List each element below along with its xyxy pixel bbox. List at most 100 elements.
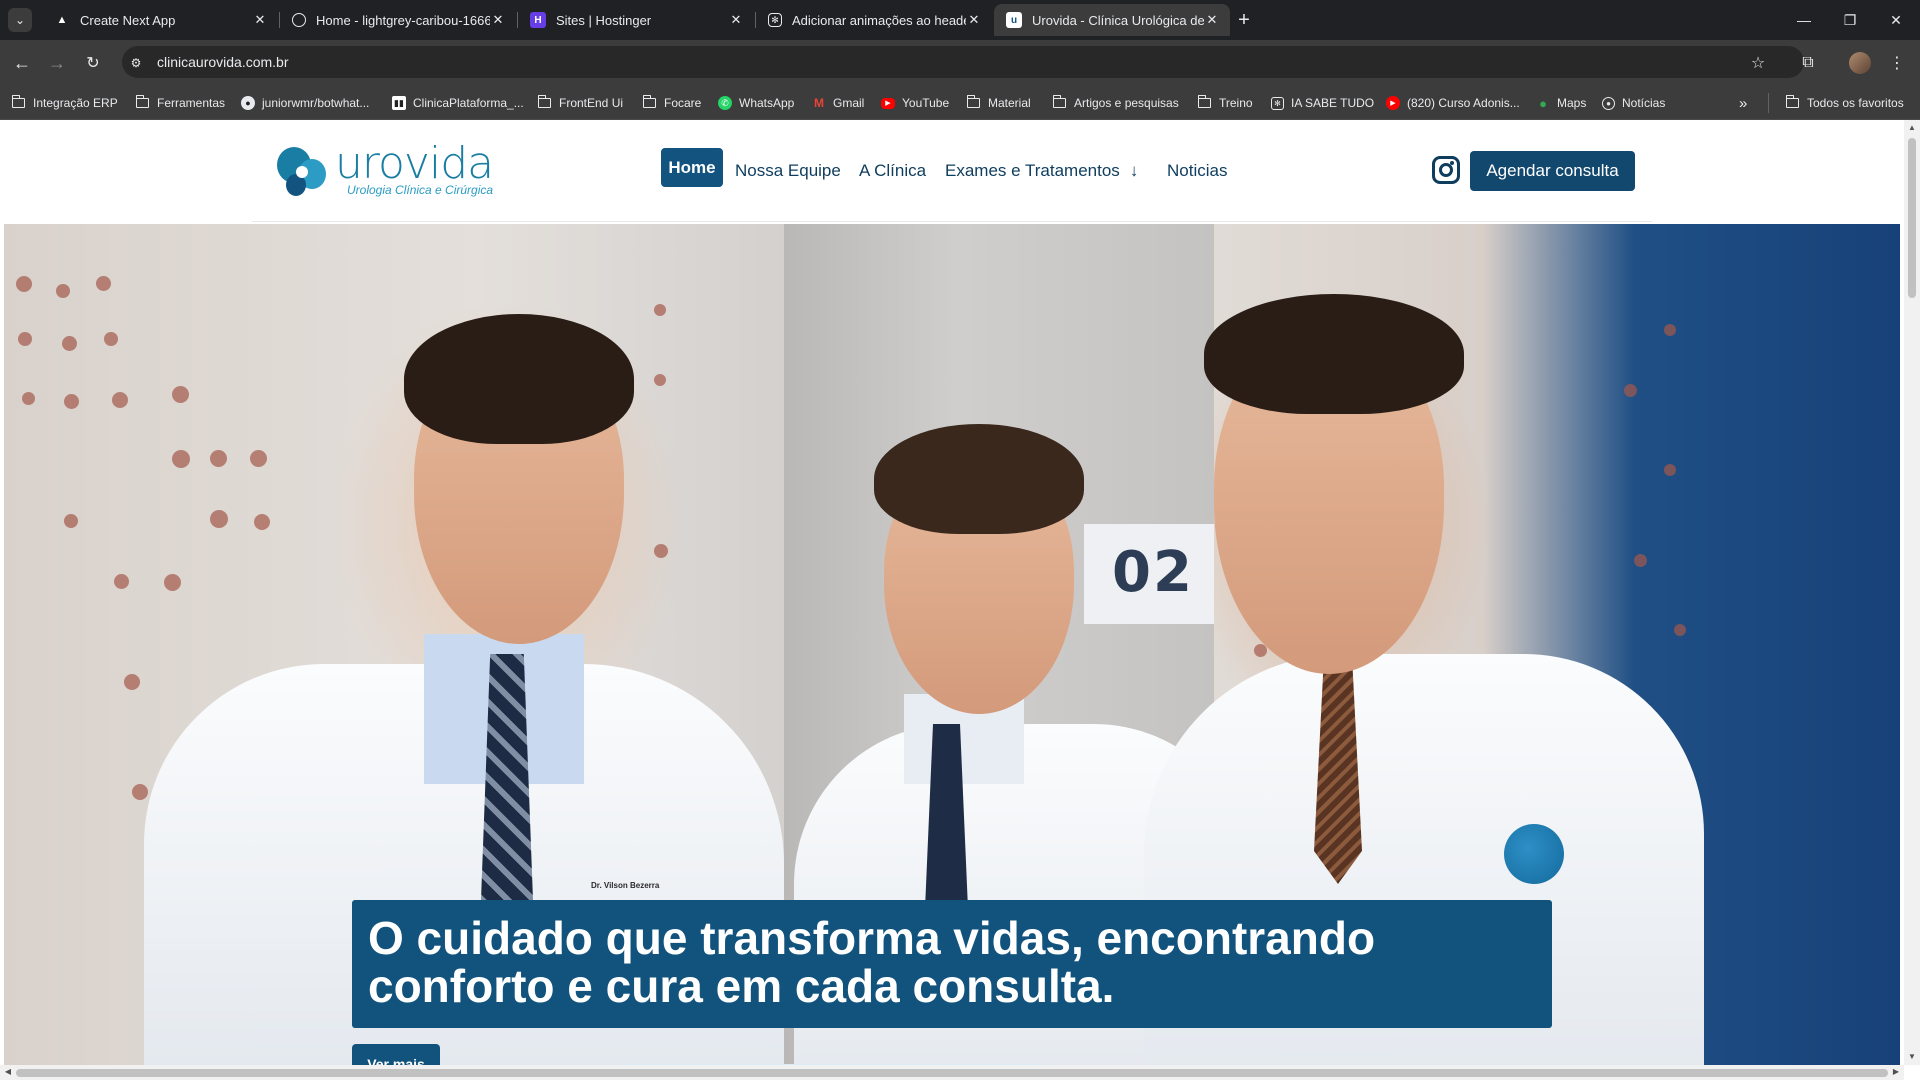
forward-icon[interactable]: → xyxy=(44,50,70,76)
logo-wordmark[interactable]: urovida xyxy=(335,140,494,188)
nav-noticias[interactable]: Noticias xyxy=(1167,158,1227,184)
bookmark-item[interactable]: ● Maps xyxy=(1536,92,1586,114)
bookmark-star-icon[interactable]: ☆ xyxy=(1745,50,1771,76)
bookmark-item[interactable]: Focare xyxy=(642,92,701,114)
address-bar[interactable] xyxy=(122,46,1804,78)
instagram-icon[interactable] xyxy=(1432,156,1460,184)
hostinger-icon: H xyxy=(530,12,546,28)
browser-tab[interactable]: ▲ Create Next App ✕ xyxy=(42,4,278,36)
horizontal-scrollbar[interactable]: ◀ ▶ xyxy=(0,1065,1904,1080)
bookmark-item[interactable]: Material xyxy=(966,92,1031,114)
window-close-icon[interactable]: ✕ xyxy=(1882,6,1910,34)
bookmark-item[interactable]: Artigos e pesquisas xyxy=(1052,92,1179,114)
extensions-icon[interactable]: ⧉ xyxy=(1795,50,1821,76)
bookmark-item[interactable]: M Gmail xyxy=(812,92,864,114)
bookmark-item[interactable]: ● Notícias xyxy=(1602,92,1665,114)
bookmark-item[interactable]: Treino xyxy=(1197,92,1253,114)
github-icon: ● xyxy=(241,96,255,110)
bookmark-label: Notícias xyxy=(1622,96,1666,110)
scrollbar-thumb[interactable] xyxy=(1908,138,1916,298)
bookmark-label: WhatsApp xyxy=(739,96,795,110)
bookmark-item[interactable]: ✆ WhatsApp xyxy=(718,92,794,114)
coat-logo xyxy=(1504,824,1564,884)
room-number: 02 xyxy=(1112,540,1194,605)
browser-tab[interactable]: Home - lightgrey-caribou-1666 ✕ xyxy=(280,4,516,36)
ver-mais-button[interactable]: Ver mais xyxy=(352,1044,440,1065)
scrollbar-thumb[interactable] xyxy=(16,1069,1888,1077)
avatar[interactable] xyxy=(1849,52,1871,74)
vertical-scrollbar[interactable]: ▲ ▼ xyxy=(1904,120,1920,1065)
openai-icon: ✻ xyxy=(1271,96,1284,110)
bookmark-label: FrontEnd Ui xyxy=(559,96,624,110)
all-bookmarks[interactable]: Todos os favoritos xyxy=(1785,92,1904,114)
tab-title: Create Next App xyxy=(80,12,176,28)
bookmark-label: IA SABE TUDO xyxy=(1291,96,1375,110)
youtube-icon: ▶ xyxy=(881,97,895,109)
bookmark-item[interactable]: ● juniorwmr/botwhat... xyxy=(241,92,369,114)
scroll-up-icon[interactable]: ▲ xyxy=(1907,123,1917,133)
bookmark-label: Artigos e pesquisas xyxy=(1074,96,1179,110)
bookmark-item[interactable]: FrontEnd Ui xyxy=(537,92,624,114)
bookmark-label: juniorwmr/botwhat... xyxy=(262,96,370,110)
bookmark-item[interactable]: Ferramentas xyxy=(135,92,226,114)
restore-icon[interactable]: ❐ xyxy=(1836,6,1864,34)
nav-nossa-equipe[interactable]: Nossa Equipe xyxy=(735,158,841,184)
bookmark-label: ClinicaPlataforma_... xyxy=(413,96,524,110)
schedule-appointment-button[interactable]: Agendar consulta xyxy=(1470,151,1635,191)
globe-icon xyxy=(292,13,306,27)
scroll-down-icon[interactable]: ▼ xyxy=(1907,1052,1917,1062)
nav-a-clinica[interactable]: A Clínica xyxy=(859,158,926,184)
web-page: 02 Dr. Vilson Bezerra urovida Urologia C… xyxy=(0,120,1904,1065)
bookmark-label: Ferramentas xyxy=(157,96,226,110)
nav-home[interactable]: Home xyxy=(661,148,723,187)
bookmark-item[interactable]: ▮▮ ClinicaPlataforma_... xyxy=(392,92,524,114)
bookmark-label: Maps xyxy=(1557,96,1587,110)
news-icon: ● xyxy=(1602,96,1615,110)
more-menu-icon[interactable]: ⋮ xyxy=(1884,50,1910,76)
reload-icon[interactable]: ↻ xyxy=(80,50,106,76)
close-icon[interactable]: ✕ xyxy=(490,12,506,28)
new-tab-button[interactable]: + xyxy=(1232,8,1256,32)
whatsapp-icon: ✆ xyxy=(718,96,732,110)
nav-exames-tratamentos[interactable]: Exames e Tratamentos ↓ xyxy=(945,158,1138,184)
bookmark-item[interactable]: ▶ (820) Curso Adonis... xyxy=(1386,92,1520,114)
youtube-icon: ▶ xyxy=(1386,96,1400,110)
bookmark-label: Todos os favoritos xyxy=(1807,96,1904,110)
gmail-icon: M xyxy=(814,96,824,110)
folder-icon xyxy=(1785,95,1799,108)
name-badge: Dr. Vilson Bezerra xyxy=(591,881,660,890)
scroll-left-icon[interactable]: ◀ xyxy=(3,1067,13,1077)
tab-title: Adicionar animações ao header xyxy=(792,12,966,28)
logo-tagline: Urologia Clínica e Cirúrgica xyxy=(347,183,494,197)
folder-icon xyxy=(1052,95,1066,108)
browser-tab-active[interactable]: u Urovida - Clínica Urológica de C ✕ xyxy=(994,4,1230,36)
close-icon[interactable]: ✕ xyxy=(252,12,268,28)
tab-title: Urovida - Clínica Urológica de C xyxy=(1032,12,1204,28)
back-icon[interactable]: ← xyxy=(9,50,35,76)
bookmark-item[interactable]: Integração ERP xyxy=(11,92,118,114)
tab-title: Home - lightgrey-caribou-1666 xyxy=(316,12,490,28)
bookmark-label: Treino xyxy=(1219,96,1253,110)
browser-tab[interactable]: H Sites | Hostinger ✕ xyxy=(518,4,754,36)
minimize-icon[interactable]: — xyxy=(1790,6,1818,34)
close-icon[interactable]: ✕ xyxy=(966,12,982,28)
bookmark-item[interactable]: ✻ IA SABE TUDO xyxy=(1271,92,1374,114)
folder-icon xyxy=(11,95,25,108)
nav-exames-label: Exames e Tratamentos xyxy=(945,161,1120,180)
close-icon[interactable]: ✕ xyxy=(728,12,744,28)
site-info-icon[interactable]: ⚙ xyxy=(128,55,144,71)
bookmarks-overflow-icon[interactable]: » xyxy=(1739,92,1747,114)
folder-icon xyxy=(1197,95,1211,108)
folder-icon xyxy=(642,95,656,108)
bookmark-label: Gmail xyxy=(833,96,865,110)
tab-title: Sites | Hostinger xyxy=(556,12,652,28)
folder-icon xyxy=(135,95,149,108)
browser-tab[interactable]: ✻ Adicionar animações ao header ✕ xyxy=(756,4,992,36)
bookmark-item[interactable]: ▶ YouTube xyxy=(881,92,949,114)
trello-icon: ▮▮ xyxy=(392,96,406,110)
url-text[interactable]: clinicaurovida.com.br xyxy=(157,53,289,71)
bookmark-label: Material xyxy=(988,96,1031,110)
scroll-right-icon[interactable]: ▶ xyxy=(1891,1067,1901,1077)
close-icon[interactable]: ✕ xyxy=(1204,12,1220,28)
tab-search-button[interactable]: ⌄ xyxy=(8,8,32,32)
